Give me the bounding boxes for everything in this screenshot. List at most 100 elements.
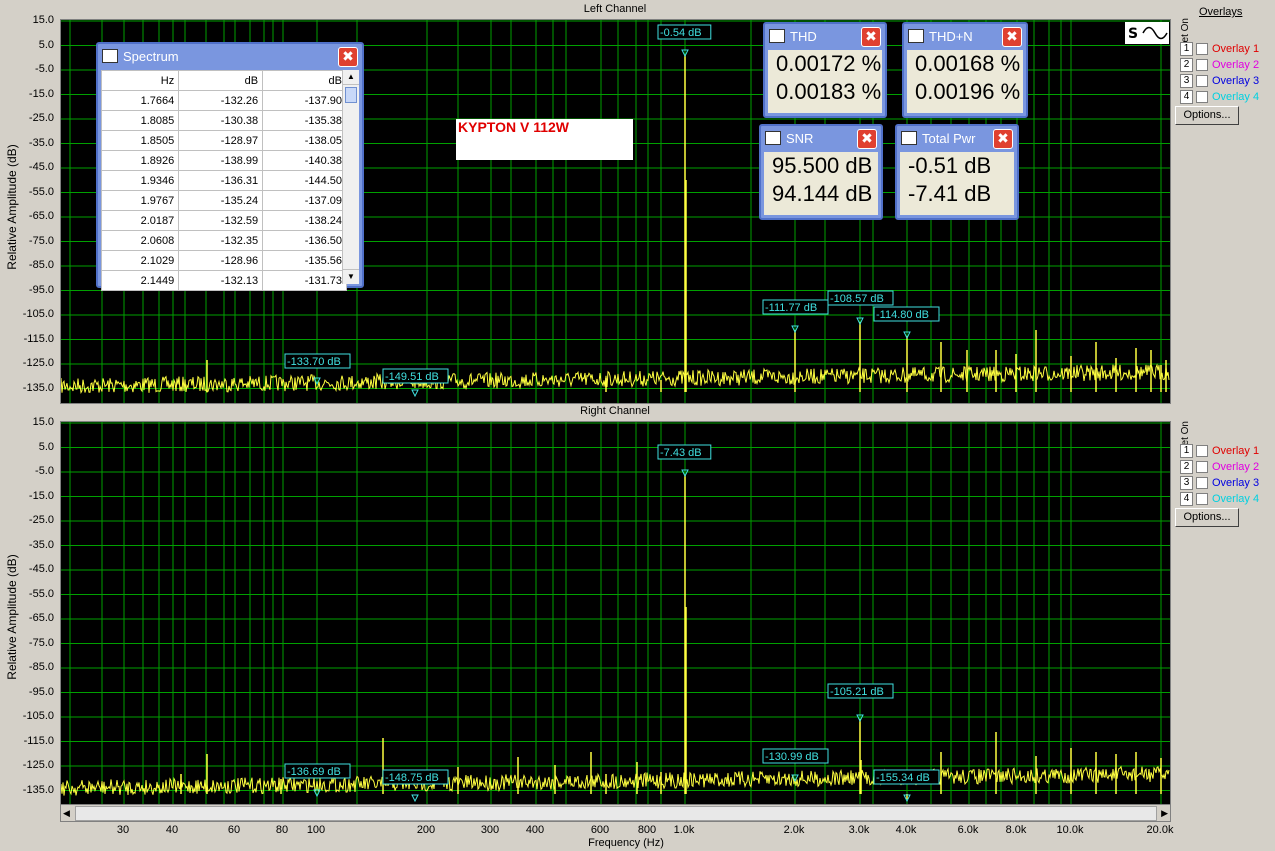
overlay-row-3[interactable]: 3 Overlay 3 [1180,73,1259,88]
total-power-meter-window[interactable]: Total Pwr ✖ -0.51 dB -7.41 dB [895,124,1019,220]
x-tick-label: 400 [525,824,545,836]
total-power-close-icon[interactable]: ✖ [993,129,1013,149]
spectrum-table-row[interactable]: 2.1029 -128.96 -135.56 [100,250,347,271]
spectrum-scroll-up-arrow[interactable]: ▲ [343,70,359,85]
right-spectrum-svg: -7.43 dB -105.21 dB -130.99 dB -155.34 dB -1… [60,422,1170,805]
y-tick-label: -105.0 [22,710,54,722]
spectrum-table-row[interactable]: 2.0187 -132.59 -138.24 [100,210,347,231]
peak-marker-label: -108.57 dB [830,293,884,305]
spectrum-table-scrollbar[interactable]: ▲ ▼ [342,70,359,284]
overlay-on-checkbox[interactable] [1196,74,1208,87]
device-note-box[interactable]: KYPTON V 112W [456,119,633,160]
overlay-on-checkbox[interactable] [1196,444,1208,457]
spectrum-cell: -137.09 [262,190,347,211]
overlay-on-checkbox[interactable] [1196,58,1208,71]
thd-meter-window[interactable]: THD ✖ 0.00172 % 0.00183 % [763,22,887,118]
spectrum-table-row[interactable]: 2.1449 -132.13 -131.73 [100,270,347,291]
thd-value-right: 0.00183 % [776,79,882,104]
overlay-row-2[interactable]: 2 Overlay 2 [1180,459,1259,474]
y-tick-label: -25.0 [28,112,54,124]
snr-meter-window[interactable]: SNR ✖ 95.500 dB 94.144 dB [759,124,883,220]
spectrum-cell: -131.73 [262,270,347,291]
x-tick-label: 40 [165,824,179,836]
thd-window-icon [769,29,785,43]
overlays-heading: Overlays [1199,6,1243,18]
scroll-left-arrow[interactable]: ◀ [63,808,70,819]
overlay-row-1[interactable]: 1 Overlay 1 [1180,443,1259,458]
thdn-close-icon[interactable]: ✖ [1002,27,1022,47]
thdn-window-icon [908,29,924,43]
overlay-row-3[interactable]: 3 Overlay 3 [1180,475,1259,490]
spectrum-table: Hz dB dB 1.7664 -132.26 -137.90 1.8085 -130.38-… [100,70,347,291]
overlay-set-button[interactable]: 2 [1180,57,1193,72]
overlay-on-checkbox[interactable] [1196,492,1208,505]
left-channel-title: Left Channel [583,3,647,15]
options-button-bottom[interactable]: Options... [1175,508,1239,527]
spectrum-scroll-down-arrow[interactable]: ▼ [343,269,359,284]
overlay-on-checkbox[interactable] [1196,476,1208,489]
peak-marker[interactable]: -7.43 dB [657,444,712,478]
y-tick-label: -5.0 [35,63,54,75]
total-power-window-icon [901,131,917,145]
overlay-set-button[interactable]: 1 [1180,443,1193,458]
y-tick-label: -35.0 [28,136,54,149]
right-channel-title: Right Channel [580,405,650,417]
snr-close-icon[interactable]: ✖ [857,129,877,149]
spectrum-cell: 1.8505 [100,130,180,151]
overlay-row-4[interactable]: 4 Overlay 4 [1180,491,1259,506]
scroll-thumb[interactable] [75,806,1157,821]
x-tick-label: 1.0k [673,824,695,836]
thd-close-icon[interactable]: ✖ [861,27,881,47]
overlay-row-2[interactable]: 2 Overlay 2 [1180,57,1259,72]
peak-marker[interactable]: -149.51 dB [382,368,449,398]
overlay-set-button[interactable]: 4 [1180,491,1193,506]
spectrum-table-row[interactable]: 2.0608 -132.35 -136.50 [100,230,347,251]
spectrum-cell: 2.1449 [100,270,180,291]
spectrum-table-row[interactable]: 1.9346 -136.31 -144.50 [100,170,347,191]
spectrum-window[interactable]: Spectrum ✖ Hz dB dB 1.7664 -132.26 -137.90 1.8… [96,42,364,291]
spectrum-table-row[interactable]: 1.8505 -128.97 -138.05 [100,130,347,151]
x-tick-label: 6.0k [957,824,979,836]
spectrum-table-row[interactable]: 1.8926 -138.99 -140.38 [100,150,347,171]
snr-value-right: 94.144 dB [772,181,873,206]
right-spectrum-plot[interactable]: -7.43 dB -105.21 dB -130.99 dB -155.34 dB -1… [60,421,1171,806]
spectrum-cell: -135.24 [178,190,264,211]
options-button-top[interactable]: Options... [1175,106,1239,125]
overlay-set-button[interactable]: 4 [1180,89,1193,104]
overlay-on-checkbox[interactable] [1196,460,1208,473]
overlay-on-checkbox[interactable] [1196,90,1208,103]
horizontal-scrollbar[interactable]: ◀ ▶ [60,804,1171,822]
overlay-set-button[interactable]: 3 [1180,73,1193,88]
x-tick-label: 300 [480,824,500,836]
spectrum-cell: 1.8085 [100,110,180,131]
thdn-meter-window[interactable]: THD+N ✖ 0.00168 % 0.00196 % [902,22,1028,118]
spectrum-table-row[interactable]: 1.7664 -132.26 -137.90 [100,90,347,111]
waveform-generator-icon[interactable]: S [1125,22,1169,44]
spectrum-table-row[interactable]: 1.9767 -135.24 -137.09 [100,190,347,211]
spectrum-cell: -137.90 [262,90,347,111]
y-tick-label: -125.0 [22,357,54,369]
peak-marker-arrow [411,389,419,398]
spectrum-table-row[interactable]: 1.8085 -130.38 -135.38 [100,110,347,131]
spectrum-cell: -135.56 [262,250,347,271]
x-tick-label: 600 [590,824,610,836]
overlay-set-button[interactable]: 3 [1180,475,1193,490]
total-power-value-right: -7.41 dB [908,181,992,206]
overlay-row-4[interactable]: 4 Overlay 4 [1180,89,1259,104]
overlay-row-1[interactable]: 1 Overlay 1 [1180,41,1259,56]
spectrum-scroll-thumb[interactable] [345,87,357,103]
peak-marker[interactable]: -0.54 dB [657,24,712,58]
y-tick-label: -15.0 [28,489,54,502]
y-tick-label: -15.0 [28,87,54,100]
spectrum-close-icon[interactable]: ✖ [338,47,358,67]
peak-marker-label: -133.70 dB [287,356,341,368]
spectrum-cell: -132.59 [178,210,264,231]
scroll-right-arrow[interactable]: ▶ [1161,808,1168,819]
overlay-set-button[interactable]: 2 [1180,459,1193,474]
spectrum-window-title: Spectrum [123,48,179,64]
overlay-set-button[interactable]: 1 [1180,41,1193,56]
overlay-on-checkbox[interactable] [1196,42,1208,55]
spectrum-cell: -128.97 [178,130,264,151]
thdn-title: THD+N [929,28,973,44]
spectrum-window-titlebar[interactable]: Spectrum [98,44,362,68]
